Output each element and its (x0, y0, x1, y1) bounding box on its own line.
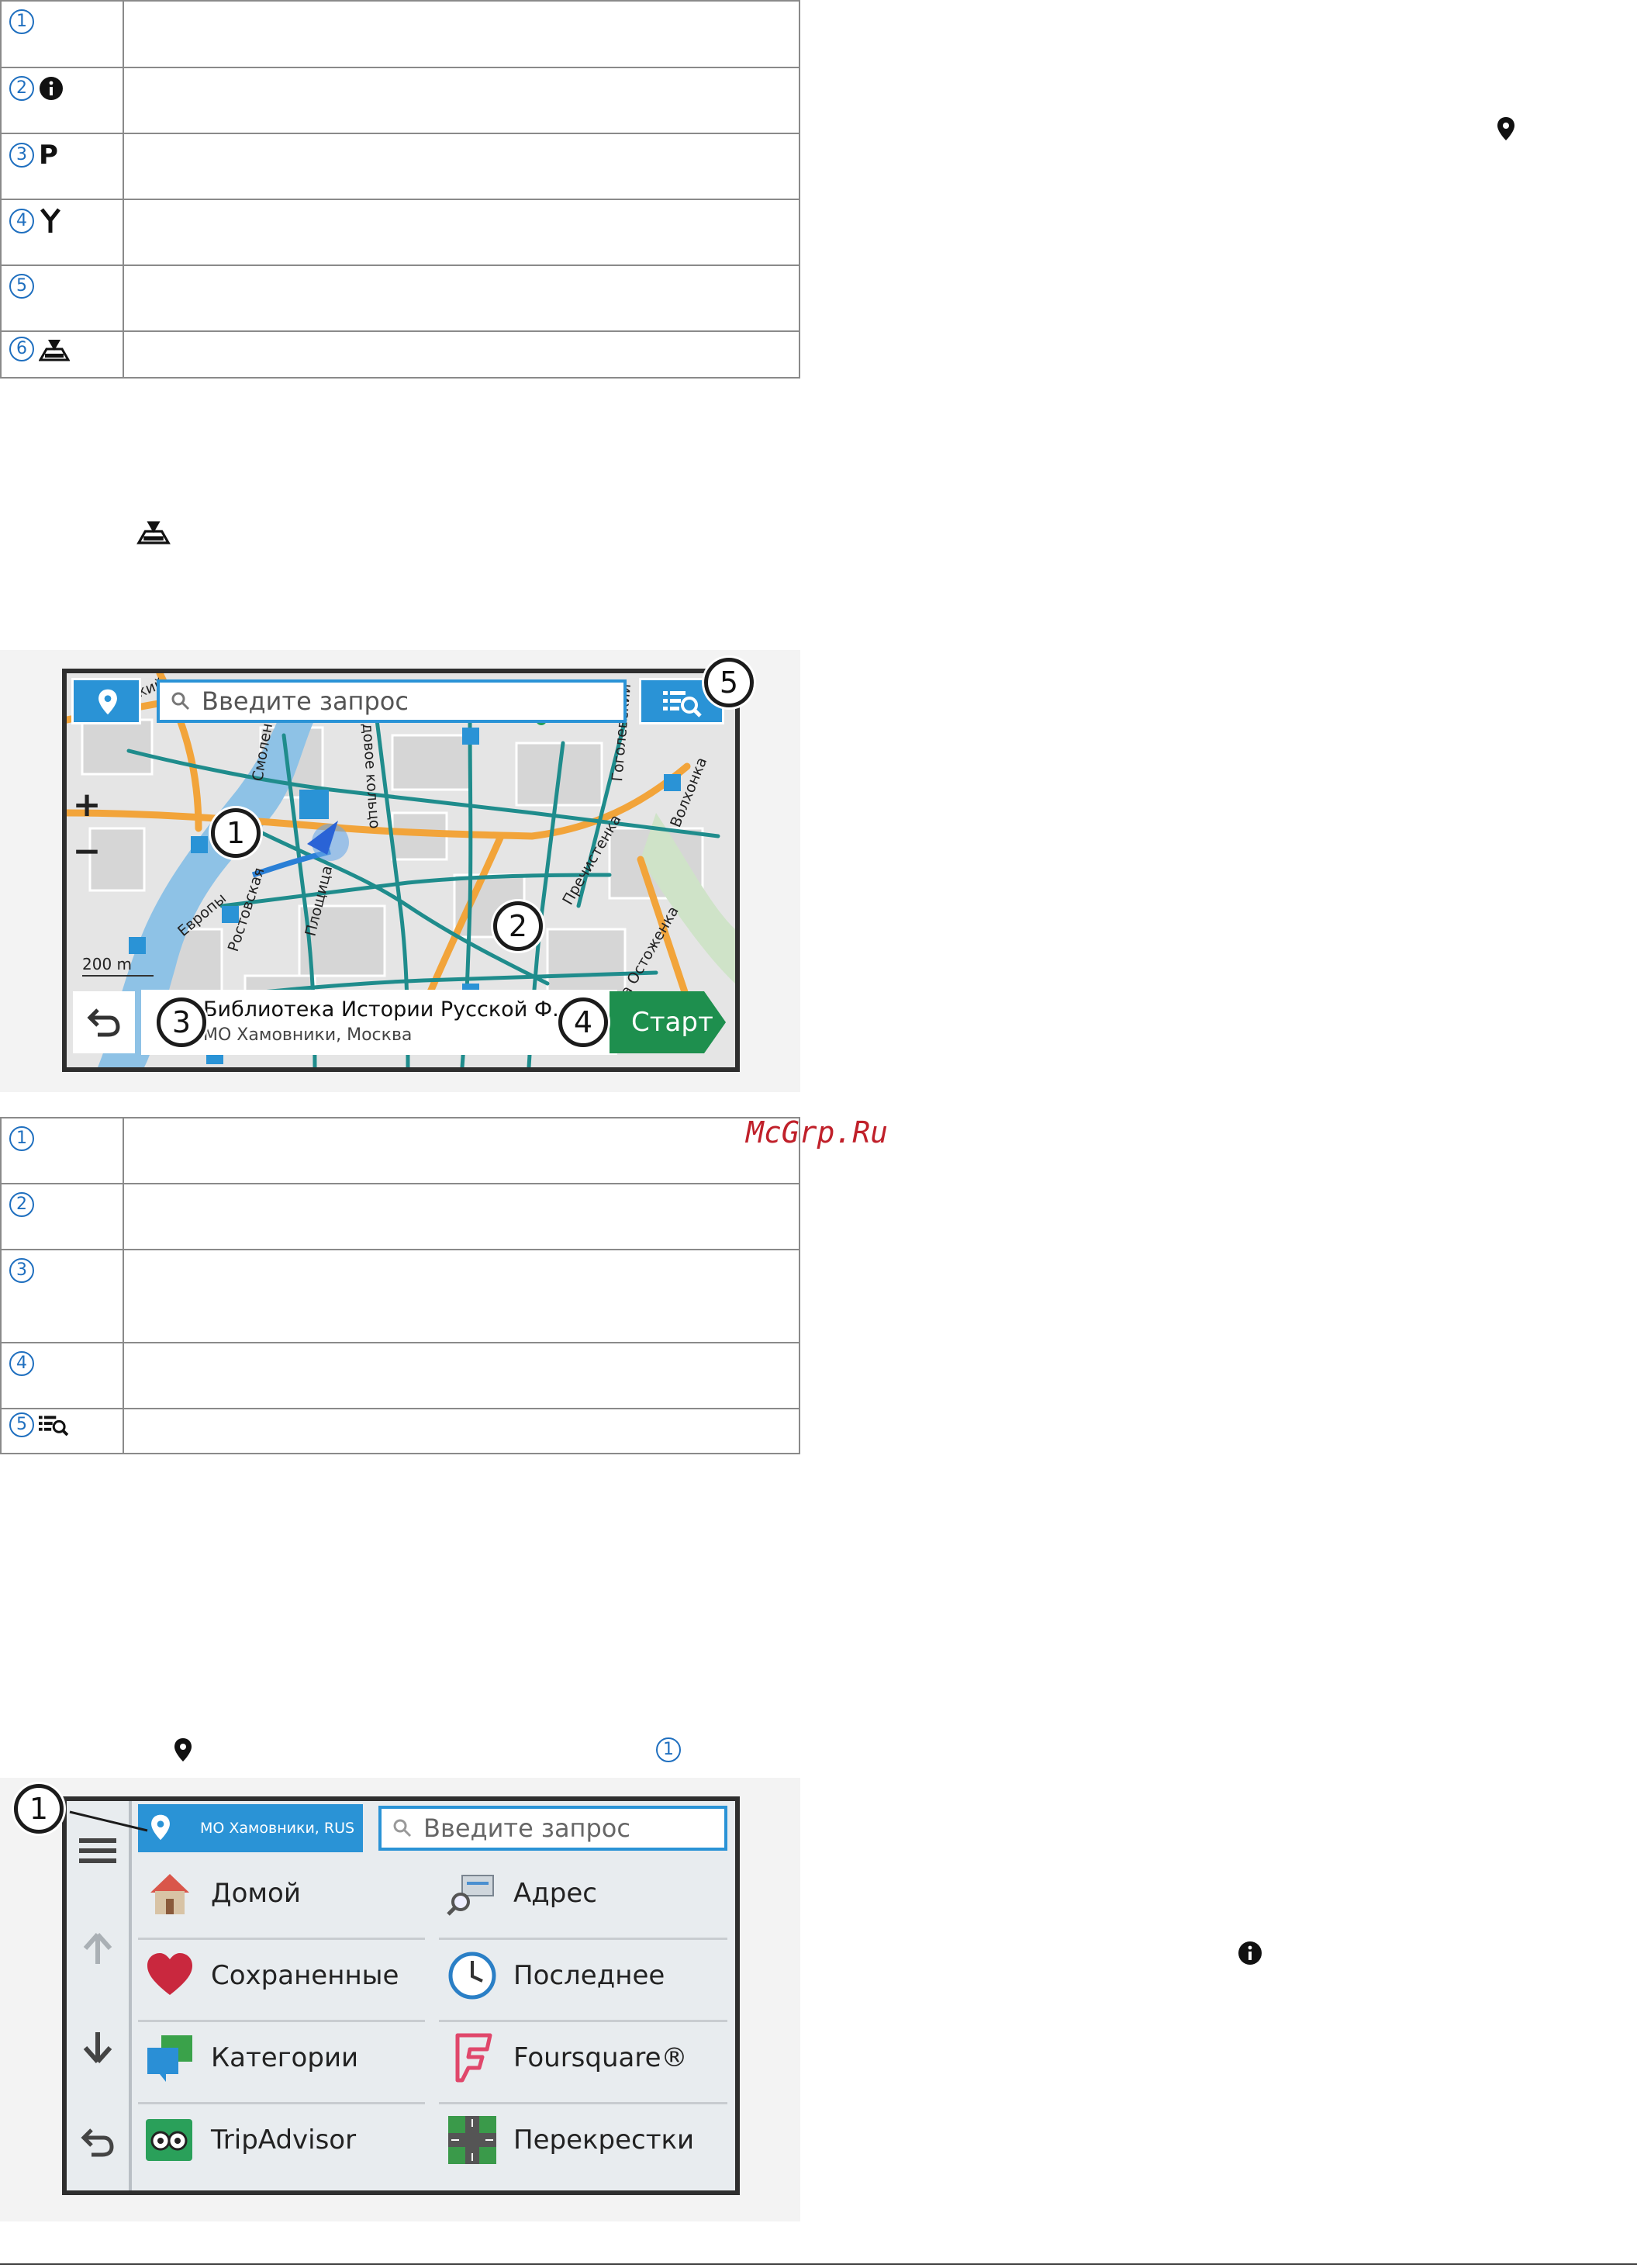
start-label: Старт (631, 1007, 713, 1038)
list-search-icon (39, 1416, 69, 1437)
search-placeholder: Введите запрос (202, 686, 409, 716)
menu-item-label: TripAdvisor (211, 2125, 357, 2156)
home-icon (150, 1874, 189, 1914)
callout-number: 3 (9, 143, 34, 168)
menu-item-label: Foursquare® (513, 2042, 688, 2073)
row-separator (439, 2020, 727, 2022)
row-separator (138, 2020, 425, 2022)
callout-number: 2 (9, 76, 34, 101)
start-button[interactable]: Старт (610, 991, 726, 1053)
map-browse-icon (136, 521, 171, 545)
menu-callout-1: 1 (14, 1784, 64, 1834)
menu-item-recent[interactable]: Последнее (447, 1950, 665, 2001)
callout-number: 4 (9, 209, 34, 233)
intersection-icon (448, 2116, 496, 2164)
callout-number: 4 (9, 1351, 34, 1376)
back-button[interactable] (73, 991, 135, 1053)
location-button[interactable]: МО Хамовники, RUS (138, 1804, 363, 1852)
menu-item-tripadvisor[interactable]: TripAdvisor (144, 2114, 356, 2166)
callout-number: 1 (9, 9, 34, 34)
row-separator (138, 2102, 425, 2104)
callout-number: 1 (656, 1737, 681, 1762)
menu-item-saved[interactable]: Сохраненные (144, 1950, 399, 2001)
menu-item-address[interactable]: Адрес (447, 1868, 597, 1919)
search-input[interactable]: Введите запрос (157, 679, 627, 723)
row-separator (138, 1938, 425, 1940)
place-address: МО Хамовники, Москва (203, 1025, 413, 1045)
heart-icon (147, 1953, 192, 1995)
menu-item-label: Категории (211, 2042, 359, 2073)
search-icon (171, 692, 190, 710)
menu-item-categories[interactable]: Категории (144, 2032, 358, 2083)
menu-item-label: Перекрестки (513, 2125, 695, 2156)
callout-number: 5 (9, 1412, 34, 1437)
scroll-down-icon[interactable] (81, 2031, 115, 2065)
location-label: МО Хамовники, RUS (200, 1820, 355, 1837)
map-callout-4: 4 (558, 997, 608, 1047)
location-button[interactable] (71, 678, 141, 724)
fork-icon (40, 208, 60, 233)
list-search-icon (663, 691, 702, 717)
row-separator (439, 2102, 727, 2104)
menu-item-home[interactable]: Домой (144, 1868, 301, 1919)
search-placeholder: Введите запрос (423, 1813, 630, 1843)
location-pin-icon (98, 689, 117, 715)
legend-table-middle: 1 2 3 4 5 (0, 1117, 800, 1454)
where-to-screen: МО Хамовники, RUS Введите запрос Домой А… (62, 1796, 740, 2195)
address-icon (447, 1875, 494, 1916)
parking-icon: P (39, 140, 58, 171)
back-arrow-icon (87, 1008, 120, 1037)
map-callout-3: 3 (157, 997, 206, 1047)
location-pin-icon (1497, 117, 1514, 140)
watermark: McGrp.Ru (746, 1115, 889, 1150)
callout-number: 6 (9, 337, 34, 361)
menu-item-label: Адрес (513, 1878, 597, 1909)
zoom-out-button[interactable]: − (71, 835, 102, 869)
menu-item-label: Сохраненные (211, 1960, 399, 1991)
search-input[interactable]: Введите запрос (378, 1806, 727, 1851)
search-icon (393, 1819, 412, 1838)
info-icon (1238, 1941, 1262, 1965)
foursquare-icon (455, 2033, 492, 2083)
map-scale: 200 m (82, 955, 132, 973)
location-pin-icon (174, 1738, 192, 1762)
callout-number: 2 (9, 1192, 34, 1217)
legend-table-top: 1 2 3 P 4 5 6 (0, 0, 800, 379)
page-bottom-rule (0, 2263, 1637, 2265)
map-callout-5: 5 (704, 658, 754, 707)
info-icon (40, 77, 63, 100)
callout-number: 1 (9, 1126, 34, 1151)
map-screen: Кутузовский Смоленская Садовое кольцо Го… (62, 669, 740, 1072)
map-callout-1: 1 (211, 808, 261, 858)
menu-item-intersections[interactable]: Перекрестки (447, 2114, 694, 2166)
menu-item-foursquare[interactable]: Foursquare® (447, 2032, 688, 2083)
clock-icon (448, 1952, 496, 2000)
map-callout-2: 2 (493, 901, 543, 951)
callout-number: 3 (9, 1258, 34, 1283)
row-separator (439, 1938, 727, 1940)
map-browse-icon (39, 340, 70, 361)
menu-item-label: Последнее (513, 1960, 665, 1991)
categories-icon (147, 2035, 192, 2082)
callout-number: 5 (9, 274, 34, 299)
back-arrow-icon[interactable] (81, 2127, 115, 2158)
menu-item-label: Домой (211, 1878, 301, 1909)
zoom-in-button[interactable]: + (71, 788, 102, 822)
place-name: Библиотека Истории Русской Ф... (203, 997, 572, 1022)
tripadvisor-icon (146, 2119, 192, 2161)
place-info-panel[interactable]: Библиотека Истории Русской Ф... МО Хамов… (141, 990, 617, 1055)
scroll-up-icon[interactable] (81, 1931, 115, 1965)
